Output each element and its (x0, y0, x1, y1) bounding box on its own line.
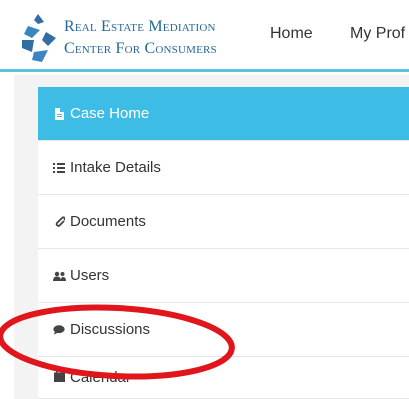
sidebar-item-label: Discussions (70, 321, 151, 338)
sidebar-item-label: Intake Details (70, 159, 161, 176)
file-icon (52, 107, 66, 121)
calendar-icon (52, 369, 66, 383)
brand-line-1: Real Estate Mediation (64, 18, 216, 35)
sidebar-item-discussions[interactable]: Discussions (38, 303, 409, 357)
chat-bubble-icon (52, 323, 66, 337)
sidebar-item-label: Documents (70, 213, 146, 230)
logo-mark-icon (22, 14, 56, 62)
sidebar-item-calendar[interactable]: Calendar (38, 357, 409, 399)
nav-home-link[interactable]: Home (270, 25, 313, 43)
sidebar-item-label: Case Home (70, 105, 150, 122)
users-icon (52, 269, 66, 283)
brand-line-2: Center For Consumers (64, 40, 217, 57)
sidebar-item-case-home[interactable]: Case Home (38, 87, 409, 141)
sidebar-item-intake-details[interactable]: Intake Details (38, 141, 409, 195)
list-icon (52, 161, 66, 175)
sidebar-item-label: Users (70, 267, 110, 284)
sidebar-item-documents[interactable]: Documents (38, 195, 409, 249)
sidebar-item-label: Calendar (70, 369, 131, 386)
paperclip-icon (52, 215, 66, 229)
nav-my-profile-link[interactable]: My Prof (350, 25, 405, 43)
sidebar: Case Home Intake Details Documents Users… (14, 75, 409, 399)
top-navbar: Real Estate Mediation Center For Consume… (0, 0, 409, 72)
sidebar-item-users[interactable]: Users (38, 249, 409, 303)
site-logo[interactable]: Real Estate Mediation Center For Consume… (20, 12, 238, 64)
